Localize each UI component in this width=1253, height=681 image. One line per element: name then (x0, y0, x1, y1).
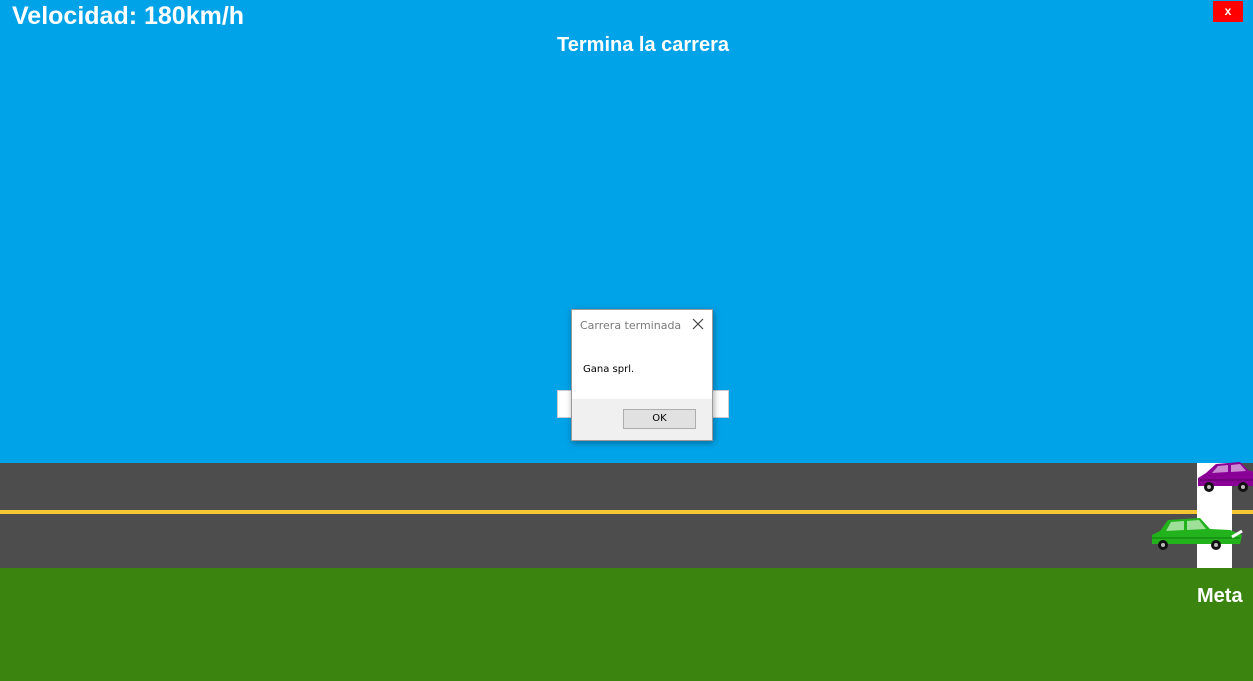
road-center-line (0, 510, 1253, 514)
grass-area (0, 568, 1253, 681)
close-game-button[interactable]: x (1213, 1, 1243, 22)
race-game-window: Velocidad: 180km/h Termina la carrera x … (0, 0, 1253, 681)
green-car-icon (1152, 518, 1243, 550)
ok-button[interactable]: OK (623, 409, 696, 429)
dialog-footer: OK (572, 399, 712, 440)
finish-label: Meta (1197, 585, 1243, 607)
dialog-message: Gana sprl. (583, 364, 635, 375)
dialog-title: Carrera terminada (580, 319, 682, 332)
close-icon[interactable] (690, 316, 706, 332)
message-dialog: Carrera terminada Gana sprl. OK (571, 309, 713, 441)
road (0, 463, 1253, 568)
speed-readout: Velocidad: 180km/h (12, 2, 245, 30)
race-instruction: Termina la carrera (557, 34, 729, 56)
purple-car-icon (1198, 462, 1253, 492)
